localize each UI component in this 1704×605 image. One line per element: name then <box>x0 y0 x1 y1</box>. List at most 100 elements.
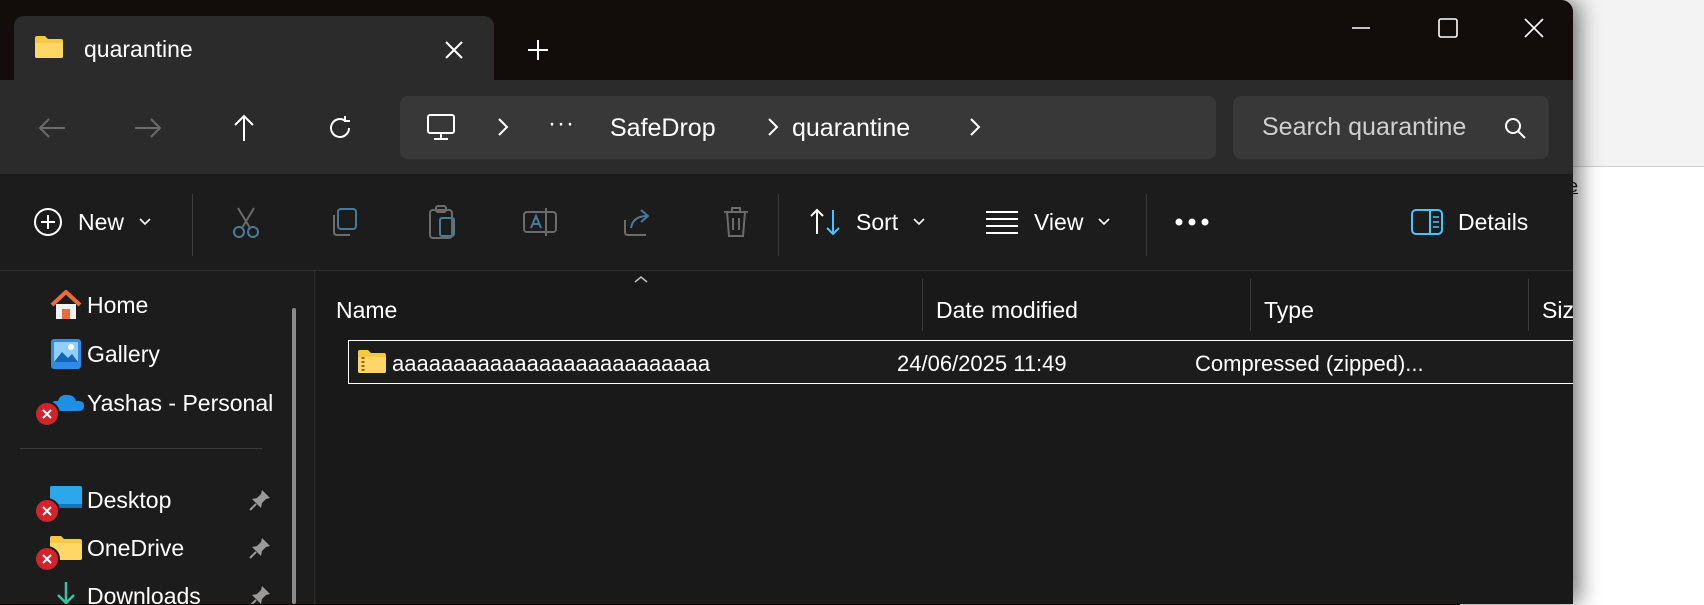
sidebar-scrollbar[interactable] <box>292 308 296 604</box>
sort-label: Sort <box>856 208 899 235</box>
minimize-icon <box>1352 27 1370 29</box>
arrow-left-icon <box>38 118 65 138</box>
sort-icon <box>810 208 840 236</box>
file-name: aaaaaaaaaaaaaaaaaaaaaaaaaa <box>392 351 711 376</box>
details-pane-icon <box>1411 209 1443 235</box>
chevron-down-icon <box>913 218 925 226</box>
refresh-button[interactable] <box>318 106 362 150</box>
breadcrumb-overflow[interactable]: ··· <box>548 110 575 138</box>
close-window-button[interactable] <box>1504 6 1564 50</box>
navigation-bar: ··· SafeDrop quarantine <box>0 80 1573 174</box>
sidebar-item-home[interactable]: Home <box>48 285 298 325</box>
column-header-label: Type <box>1264 297 1314 323</box>
close-icon <box>445 41 463 59</box>
sort-button[interactable]: Sort <box>808 196 926 248</box>
more-icon <box>1175 218 1209 226</box>
more-options-button[interactable] <box>1170 200 1214 244</box>
pin-icon[interactable] <box>248 584 272 604</box>
breadcrumb-safedrop[interactable]: SafeDrop <box>610 114 716 143</box>
minimize-button[interactable] <box>1331 6 1391 50</box>
sidebar-item-label: Desktop <box>87 487 172 513</box>
cut-button[interactable] <box>224 200 268 244</box>
chevron-down-icon <box>139 218 151 226</box>
chevron-down-icon <box>1098 218 1111 226</box>
sidebar-item-label: OneDrive <box>87 535 185 561</box>
sidebar-item-onedrive[interactable]: OneDrive <box>34 528 298 572</box>
address-bar[interactable]: ··· SafeDrop quarantine <box>400 96 1216 159</box>
back-button[interactable] <box>30 106 74 150</box>
delete-button[interactable] <box>714 200 758 244</box>
divider <box>1146 194 1147 256</box>
column-header-type[interactable]: Type <box>1252 283 1522 331</box>
error-icon <box>34 546 60 572</box>
pin-icon[interactable] <box>248 488 272 517</box>
pin-icon[interactable] <box>248 536 272 565</box>
arrow-right-icon <box>135 118 162 138</box>
tab-title: quarantine <box>84 36 193 62</box>
divider <box>778 194 779 256</box>
search-box[interactable] <box>1233 96 1549 159</box>
sidebar-item-label: Gallery <box>87 341 160 367</box>
column-header-name[interactable]: Name <box>324 283 908 331</box>
tab-close-button[interactable] <box>434 30 474 70</box>
rename-icon <box>523 208 557 236</box>
column-header-label: Name <box>336 297 398 323</box>
maximize-button[interactable] <box>1418 6 1478 50</box>
scissors-icon <box>233 207 259 238</box>
new-tab-button[interactable] <box>518 30 558 70</box>
arrow-up-icon <box>234 114 254 141</box>
sidebar-item-downloads[interactable]: Downloads <box>48 576 298 604</box>
new-button[interactable]: New <box>32 196 152 248</box>
up-button[interactable] <box>222 106 266 150</box>
sidebar-item-label: Downloads <box>87 583 201 604</box>
forward-button[interactable] <box>126 106 170 150</box>
copy-icon <box>333 208 357 236</box>
sidebar-divider <box>20 448 262 449</box>
chevron-right-icon[interactable] <box>496 116 510 143</box>
home-icon <box>48 287 84 323</box>
sidebar-item-desktop[interactable]: Desktop <box>34 480 298 524</box>
column-divider[interactable] <box>1528 279 1529 331</box>
maximize-icon <box>1438 18 1458 38</box>
error-icon <box>34 401 60 427</box>
sidebar-item-onedrive-personal[interactable]: Yashas - Personal <box>34 383 298 427</box>
copy-button[interactable] <box>322 200 366 244</box>
file-list: Name Date modified Type Size aaaaaaaaaaa… <box>316 271 1573 604</box>
search-input[interactable] <box>1233 96 1512 159</box>
details-pane-button[interactable]: Details <box>1410 196 1528 248</box>
new-label: New <box>78 208 125 235</box>
file-row[interactable]: aaaaaaaaaaaaaaaaaaaaaaaaaa 24/06/2025 11… <box>348 340 1573 384</box>
refresh-icon <box>330 116 350 138</box>
paste-button[interactable] <box>420 200 464 244</box>
pane-divider <box>314 271 315 604</box>
share-button[interactable] <box>616 200 660 244</box>
list-view-icon <box>986 211 1018 234</box>
plus-circle-icon <box>34 208 62 236</box>
clipboard-icon <box>429 205 455 239</box>
tab-quarantine[interactable]: quarantine <box>14 16 494 80</box>
chevron-right-icon[interactable] <box>968 116 982 143</box>
close-icon <box>1524 18 1544 38</box>
this-pc-icon[interactable] <box>426 112 456 147</box>
column-divider[interactable] <box>922 279 923 331</box>
file-explorer-window: quarantine ··· SafeDrop quarantine Searc… <box>0 0 1573 604</box>
details-label: Details <box>1458 208 1529 235</box>
folder-icon <box>34 34 64 65</box>
breadcrumb-quarantine[interactable]: quarantine <box>792 114 910 143</box>
sidebar-item-label: Yashas - Personal <box>87 390 274 416</box>
sidebar-item-gallery[interactable]: Gallery <box>48 334 298 374</box>
title-bar: quarantine <box>0 0 1573 80</box>
share-icon <box>624 209 650 236</box>
file-date-modified: 24/06/2025 11:49 <box>897 351 1067 376</box>
command-bar: New Sort View Details <box>0 174 1573 271</box>
search-icon[interactable] <box>1503 116 1527 145</box>
rename-button[interactable] <box>518 200 562 244</box>
column-divider[interactable] <box>1250 279 1251 331</box>
download-arrow-icon <box>48 578 84 604</box>
column-header-size[interactable]: Size <box>1530 283 1573 331</box>
column-header-label: Size <box>1542 297 1573 323</box>
chevron-right-icon[interactable] <box>766 116 780 143</box>
view-button[interactable]: View <box>984 196 1111 248</box>
column-header-date-modified[interactable]: Date modified <box>924 283 1244 331</box>
trash-icon <box>724 207 748 237</box>
